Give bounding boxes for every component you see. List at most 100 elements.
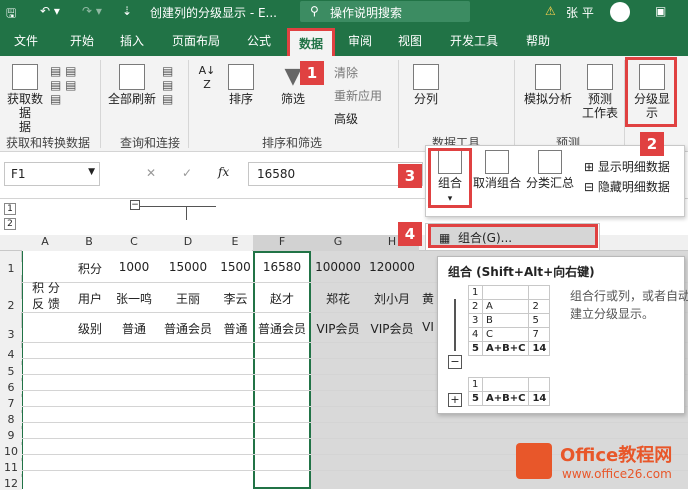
row-header-2[interactable]: 2: [0, 299, 22, 312]
tab-view[interactable]: 视图: [398, 32, 422, 49]
row-header-10[interactable]: 10: [0, 445, 22, 458]
outline-bracket: [454, 299, 456, 351]
cell-g3[interactable]: VIP会员: [311, 320, 365, 337]
tab-data[interactable]: 数据: [287, 28, 335, 56]
warning-icon: ⚠: [545, 4, 556, 18]
user-name: 张 平: [566, 6, 594, 20]
cell-d2[interactable]: 王丽: [158, 290, 218, 307]
save-icon[interactable]: 🖫: [6, 4, 16, 25]
forecast-sheet-button[interactable]: 预测 工作表: [578, 64, 622, 120]
split-button[interactable]: 分列: [408, 64, 444, 106]
cell-c2[interactable]: 张一鸣: [110, 290, 158, 307]
cell-e3[interactable]: 普通: [218, 320, 253, 337]
advanced-button[interactable]: 高级: [334, 110, 358, 127]
column-header-f[interactable]: F: [253, 235, 311, 251]
document-title: 创建列的分级显示 - E...: [150, 6, 277, 20]
column-header-d[interactable]: D: [158, 235, 218, 251]
cell-d1[interactable]: 15000: [158, 260, 218, 274]
cell-a-merged-line2[interactable]: 反 馈: [24, 295, 68, 312]
tab-home[interactable]: 开始: [70, 32, 94, 49]
avatar[interactable]: [610, 2, 630, 22]
cell-h2[interactable]: 刘小月: [365, 290, 419, 307]
what-if-button[interactable]: 模拟分析: [520, 64, 576, 106]
cell-d3[interactable]: 普通会员: [158, 320, 218, 337]
column-header-e[interactable]: E: [218, 235, 252, 251]
outline-level-1[interactable]: 1: [4, 203, 16, 215]
reapply-button[interactable]: 重新应用: [334, 87, 382, 104]
sort-icon: [228, 64, 254, 90]
cell-g1[interactable]: 100000: [311, 260, 365, 274]
tab-file[interactable]: 文件: [14, 32, 38, 49]
cell-h1[interactable]: 120000: [365, 260, 419, 274]
what-if-label: 模拟分析: [523, 92, 572, 106]
cell-i3[interactable]: VI: [421, 320, 435, 334]
cell-f2[interactable]: 赵才: [255, 290, 309, 307]
cell-b1[interactable]: 积分: [70, 260, 110, 277]
cell-h3[interactable]: VIP会员: [365, 320, 419, 337]
cell-a-merged-line1[interactable]: 积 分: [24, 279, 68, 296]
formula-input[interactable]: 16580: [248, 162, 423, 186]
ribbon-options-icon[interactable]: ▣: [655, 4, 666, 18]
cancel-icon[interactable]: ✕: [146, 166, 156, 180]
tab-help[interactable]: 帮助: [526, 32, 550, 49]
watermark: Office教程网 www.office26.com: [512, 435, 688, 489]
data-source-icons[interactable]: ▤ ▤ ▤ ▤ ▤: [50, 64, 77, 106]
name-box-value: F1: [11, 167, 26, 181]
minus-icon: −: [448, 355, 462, 369]
outline-level-2[interactable]: 2: [4, 218, 16, 230]
column-header-g[interactable]: G: [311, 235, 365, 251]
cell-b3[interactable]: 级别: [70, 320, 110, 337]
enter-icon[interactable]: ✓: [182, 166, 192, 180]
hide-detail-button[interactable]: ⊟ 隐藏明细数据: [584, 178, 670, 195]
row-header-8[interactable]: 8: [0, 413, 22, 426]
column-header-a[interactable]: A: [22, 235, 68, 251]
query-icons[interactable]: ▤ ▤ ▤: [162, 64, 173, 106]
cell-g2[interactable]: 郑花: [311, 290, 365, 307]
subtotal-button[interactable]: 分类汇总: [524, 150, 576, 190]
undo-icon[interactable]: ↶ ▾: [40, 4, 60, 18]
cell-i2[interactable]: 黄: [421, 290, 435, 307]
row-header-5[interactable]: 5: [0, 365, 22, 378]
fx-icon[interactable]: fx: [218, 165, 229, 179]
ribbon-tabs: 文件 开始 插入 页面布局 公式 审阅 视图 开发工具 帮助: [0, 24, 688, 56]
group-menu-item[interactable]: ▦ 组合(G)...: [428, 224, 598, 248]
refresh-all-button[interactable]: 全部刷新: [106, 64, 158, 106]
cell-c1[interactable]: 1000: [110, 260, 158, 274]
row-header-7[interactable]: 7: [0, 397, 22, 410]
redo-icon[interactable]: ↷ ▾: [82, 4, 102, 18]
name-box[interactable]: F1 ▼: [4, 162, 100, 186]
cell-c3[interactable]: 普通: [110, 320, 158, 337]
ungroup-button[interactable]: 取消组合: [472, 150, 522, 190]
row-header-12[interactable]: 12: [0, 477, 22, 490]
column-header-c[interactable]: C: [110, 235, 158, 251]
plus-icon: +: [448, 393, 462, 407]
show-detail-button[interactable]: ⊞ 显示明细数据: [584, 158, 670, 175]
tab-formulas[interactable]: 公式: [247, 32, 271, 49]
cell-e1[interactable]: 1500: [218, 260, 253, 274]
tab-developer[interactable]: 开发工具: [450, 32, 498, 49]
column-header-b[interactable]: B: [68, 235, 110, 251]
get-data-button[interactable]: 获取数据 据: [4, 64, 46, 134]
sort-az-button[interactable]: A↓ Z: [197, 64, 217, 92]
search-box[interactable]: ⚲ 操作说明搜索: [300, 1, 470, 22]
formula-value: 16580: [257, 167, 296, 181]
ungroup-icon: [485, 150, 509, 174]
row-header-6[interactable]: 6: [0, 381, 22, 394]
cell-f1[interactable]: 16580: [255, 260, 309, 274]
row-header-1[interactable]: 1: [0, 262, 22, 275]
cell-b2[interactable]: 用户: [70, 290, 110, 307]
cell-e2[interactable]: 李云: [218, 290, 253, 307]
row-header-11[interactable]: 11: [0, 461, 22, 474]
clear-button[interactable]: 清除: [334, 64, 358, 81]
tab-insert[interactable]: 插入: [120, 32, 144, 49]
row-header-4[interactable]: 4: [0, 348, 22, 361]
collapse-icon[interactable]: −: [130, 200, 140, 210]
cell-f3[interactable]: 普通会员: [255, 320, 309, 337]
row-header-3[interactable]: 3: [0, 328, 22, 341]
row-header-9[interactable]: 9: [0, 429, 22, 442]
sort-button[interactable]: 排序: [226, 64, 256, 106]
group-query-connection: 查询和连接: [120, 136, 181, 150]
tab-review[interactable]: 审阅: [348, 32, 372, 49]
tab-page-layout[interactable]: 页面布局: [172, 32, 220, 49]
customize-icon[interactable]: ⇣: [122, 4, 132, 18]
